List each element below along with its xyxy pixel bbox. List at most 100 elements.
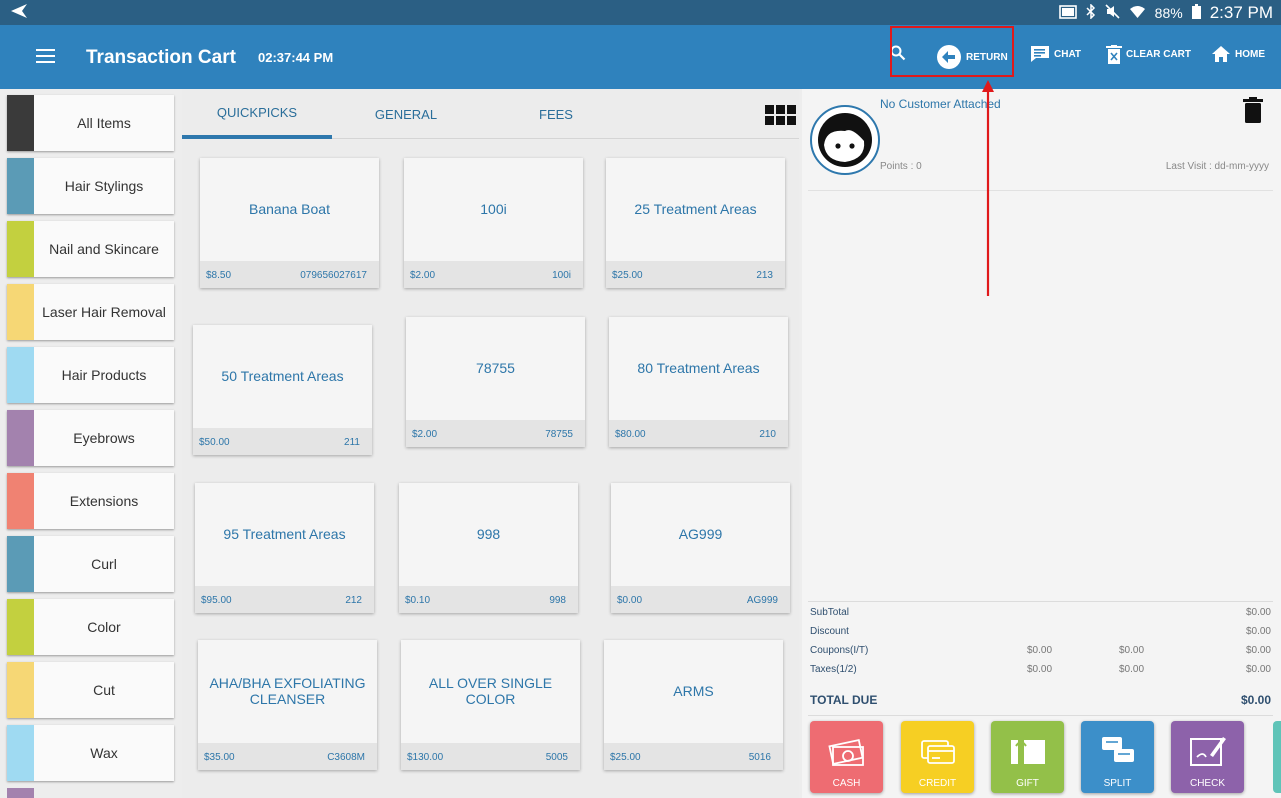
product-name: 998 <box>476 526 501 542</box>
category-item[interactable]: Nail and Skincare <box>7 221 174 277</box>
subtotal-row: SubTotal $0.00 <box>810 607 1271 623</box>
category-item[interactable]: Hair Products <box>7 347 174 403</box>
product-footer: $25.00 5016 <box>604 743 783 770</box>
product-card[interactable]: ALL OVER SINGLE COLOR $130.00 5005 <box>401 640 580 770</box>
product-name: ARMS <box>673 683 714 699</box>
customer-points: Points : 0 <box>880 161 922 172</box>
product-card[interactable]: AHA/BHA EXFOLIATING CLEANSER $35.00 C3608M <box>198 640 377 770</box>
status-bar: 88% 2:37 PM <box>0 0 1281 25</box>
category-color-swatch <box>7 158 34 214</box>
gift-payment-button[interactable]: GIFT <box>991 721 1064 793</box>
product-sku: 213 <box>756 270 773 281</box>
home-button[interactable]: HOME <box>1211 45 1265 63</box>
payment-label: CHECK <box>1189 778 1225 789</box>
category-item[interactable]: Laser Hair Removal <box>7 284 174 340</box>
category-item[interactable]: Cut <box>7 662 174 718</box>
back-arrow-icon[interactable] <box>10 3 30 22</box>
tab-bar: QUICKPICKS GENERAL FEES <box>182 89 799 139</box>
tab-general[interactable]: GENERAL <box>331 89 481 139</box>
category-color-swatch <box>7 662 34 718</box>
tab-quickpicks[interactable]: QUICKPICKS <box>182 89 332 139</box>
product-price: $80.00 <box>615 429 646 440</box>
category-label: Laser Hair Removal <box>42 304 166 320</box>
chat-button[interactable]: CHAT <box>1030 45 1081 63</box>
divider <box>808 715 1273 716</box>
more-payment-button[interactable] <box>1273 721 1281 793</box>
category-item[interactable]: Curl <box>7 536 174 592</box>
app-bar: Transaction Cart 02:37:44 PM RETURN CHAT… <box>0 25 1281 89</box>
category-color-swatch <box>7 725 34 781</box>
product-footer: $2.00 78755 <box>406 420 585 447</box>
app-screen: 88% 2:37 PM Transaction Cart 02:37:44 PM… <box>0 0 1281 798</box>
credit-payment-button[interactable]: CREDIT <box>901 721 974 793</box>
divider <box>808 601 1273 602</box>
coupons-transaction-value: $0.00 <box>1119 645 1145 656</box>
category-item-partial[interactable] <box>7 788 34 798</box>
total-due-row: TOTAL DUE $0.00 <box>810 693 1271 707</box>
product-price: $95.00 <box>201 595 232 606</box>
menu-icon[interactable] <box>36 49 55 64</box>
mute-icon <box>1105 4 1120 22</box>
category-color-swatch <box>7 95 34 151</box>
product-grid: Banana Boat $8.50 079656027617 100i $2.00 100… <box>182 140 799 798</box>
product-card[interactable]: ARMS $25.00 5016 <box>604 640 783 770</box>
category-item[interactable]: Eyebrows <box>7 410 174 466</box>
product-card[interactable]: 80 Treatment Areas $80.00 210 <box>609 317 788 447</box>
product-sku: 5016 <box>748 752 771 763</box>
product-price: $25.00 <box>610 752 641 763</box>
product-card[interactable]: 100i $2.00 100i <box>404 158 583 288</box>
taxes-row: Taxes(1/2) $0.00 $0.00 $0.00 <box>810 664 1271 680</box>
category-color-swatch <box>7 284 34 340</box>
category-label: Extensions <box>69 493 139 509</box>
check-payment-button[interactable]: CHECK <box>1171 721 1244 793</box>
product-name: 50 Treatment Areas <box>221 368 344 384</box>
product-card[interactable]: 78755 $2.00 78755 <box>406 317 585 447</box>
customer-last-visit: Last Visit : dd-mm-yyyy <box>1165 161 1269 172</box>
product-card[interactable]: 95 Treatment Areas $95.00 212 <box>195 483 374 613</box>
category-label: Nail and Skincare <box>49 241 159 257</box>
discount-row[interactable]: Discount $0.00 <box>810 626 1271 642</box>
page-title: Transaction Cart <box>86 47 236 68</box>
home-icon <box>1211 45 1231 63</box>
category-item[interactable]: Color <box>7 599 174 655</box>
payment-label: CREDIT <box>918 778 957 789</box>
category-label: Hair Products <box>61 367 147 383</box>
taxes-label: Taxes(1/2) <box>810 664 857 675</box>
category-item[interactable]: Hair Stylings <box>7 158 174 214</box>
clear-cart-button[interactable]: CLEAR CART <box>1106 45 1191 64</box>
payment-label: CASH <box>832 778 861 789</box>
total-due-value: $0.00 <box>1240 693 1271 707</box>
coupons-value: $0.00 <box>1245 645 1271 656</box>
category-label: Eyebrows <box>73 430 135 446</box>
grid-view-icon[interactable] <box>765 105 796 127</box>
chat-icon <box>1030 45 1050 63</box>
payment-label: SPLIT <box>1103 778 1132 789</box>
category-label: Wax <box>90 745 118 761</box>
delete-cart-icon[interactable] <box>1243 97 1263 128</box>
avatar-face-icon <box>818 113 872 167</box>
product-name: 80 Treatment Areas <box>637 360 760 376</box>
category-item[interactable]: Extensions <box>7 473 174 529</box>
product-card[interactable]: AG999 $0.00 AG999 <box>611 483 790 613</box>
product-card[interactable]: 998 $0.10 998 <box>399 483 578 613</box>
product-card[interactable]: Banana Boat $8.50 079656027617 <box>200 158 379 288</box>
coupons-row[interactable]: Coupons(I/T) $0.00 $0.00 $0.00 <box>810 645 1271 661</box>
product-footer: $25.00 213 <box>606 261 785 288</box>
category-item[interactable]: All Items <box>7 95 174 151</box>
product-sku: 5005 <box>545 752 568 763</box>
cash-payment-button[interactable]: CASH <box>810 721 883 793</box>
customer-avatar[interactable] <box>810 105 880 175</box>
product-card[interactable]: 25 Treatment Areas $25.00 213 <box>606 158 785 288</box>
chat-label: CHAT <box>1054 48 1082 60</box>
payment-label: GIFT <box>1016 778 1039 789</box>
product-sku: AG999 <box>746 595 778 606</box>
split-payment-button[interactable]: SPLIT <box>1081 721 1154 793</box>
tab-fees[interactable]: FEES <box>481 89 631 139</box>
product-footer: $95.00 212 <box>195 586 374 613</box>
product-price: $8.50 <box>206 270 232 281</box>
product-card[interactable]: 50 Treatment Areas $50.00 211 <box>193 325 372 455</box>
bluetooth-icon <box>1086 3 1096 22</box>
discount-value: $0.00 <box>1245 626 1271 637</box>
taxes-value: $0.00 <box>1245 664 1271 675</box>
category-item[interactable]: Wax <box>7 725 174 781</box>
